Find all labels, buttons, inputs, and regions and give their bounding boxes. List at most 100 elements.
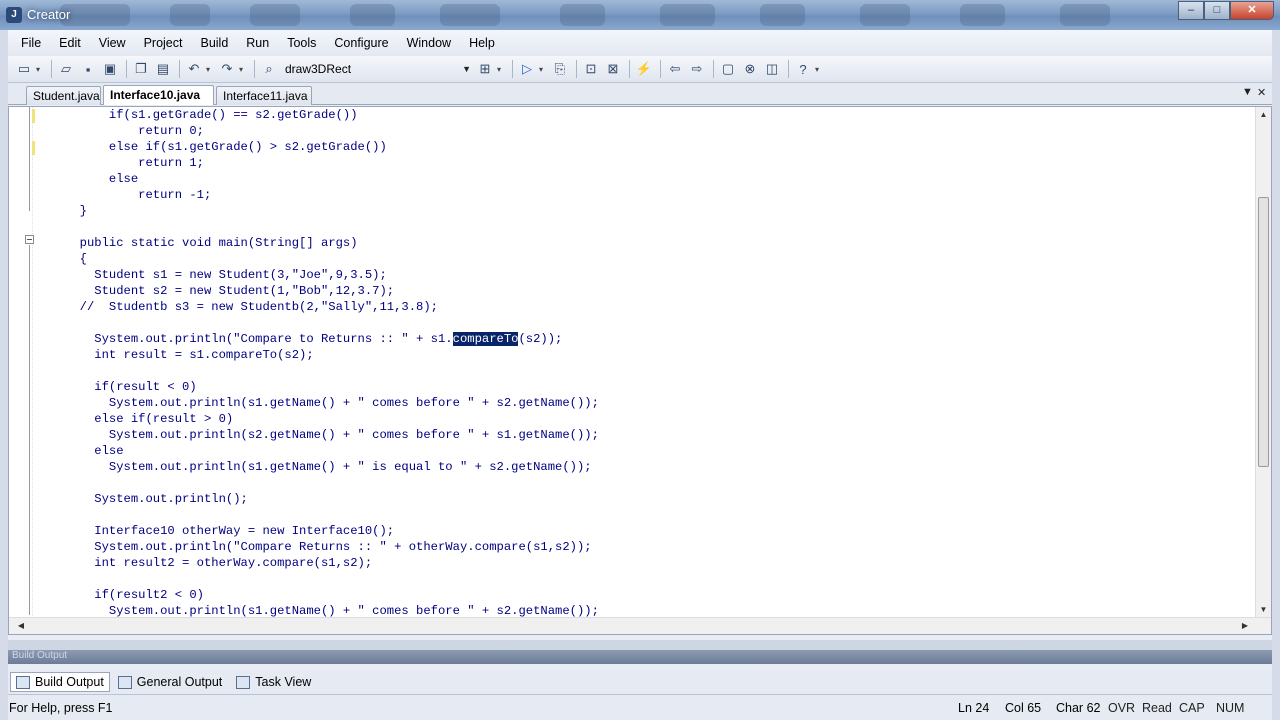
code-line-text: Interface10 otherWay = new Interface10()… [65,524,395,538]
status-read: Read [1142,701,1172,715]
window-controls: – □ ✕ [1178,1,1274,20]
binoculars-icon[interactable]: ⌕ [259,59,279,79]
aero-blur [250,4,300,26]
find-target-value: draw3DRect [285,62,352,76]
save-icon[interactable]: ▪ [78,59,98,79]
open-folder-icon[interactable]: ▱ [56,59,76,79]
status-cap: CAP [1179,701,1205,715]
tab-build-output-label: Build Output [35,675,104,689]
tab-interface11-java[interactable]: Interface11.java [216,86,312,105]
tab-list-chevron-icon[interactable]: ▼ [1242,86,1253,98]
tile-icon[interactable]: ◫ [762,59,782,79]
code-line-text: Student s2 = new Student(1,"Bob",12,3.7)… [65,284,395,298]
menu-run[interactable]: Run [237,32,278,54]
code-line: else if(s1.getGrade() > s2.getGrade()) [65,139,1235,155]
code-line-text: if(result2 < 0) [65,588,204,602]
aero-blur [170,4,210,26]
run-icon[interactable]: ▷ [517,59,537,79]
build-icon[interactable]: ⊡ [581,59,601,79]
tab-interface10-java[interactable]: Interface10.java * [103,85,214,120]
scroll-right-icon[interactable]: ▶ [1237,618,1253,634]
code-line: else if(result > 0) [65,411,1235,427]
paste-icon[interactable]: ▤ [153,59,173,79]
aero-blur [960,4,1005,26]
run-dropdown-icon[interactable]: ▾ [539,65,547,74]
back-arrow-icon[interactable]: ⇦ [665,59,685,79]
code-line-text: return 0; [65,124,204,138]
selected-text: compareTo [452,332,519,346]
menu-project[interactable]: Project [135,32,192,54]
toolbar-separator [51,60,52,78]
scroll-down-icon[interactable]: ▼ [1256,602,1271,618]
find-dropdown-icon[interactable]: ▾ [497,65,505,74]
editor-gutter [9,107,35,634]
code-line-text: // Studentb s3 = new Studentb(2,"Sally",… [65,300,438,314]
chevron-down-icon[interactable]: ▼ [462,64,471,74]
code-editor[interactable]: if(s1.getGrade() == s2.getGrade()) retur… [8,106,1272,635]
menu-help[interactable]: Help [460,32,504,54]
find-target-dropdown[interactable]: draw3DRect ▼ [281,59,471,79]
find-in-files-icon[interactable]: ⊞ [475,59,495,79]
toolbar-separator [629,60,630,78]
forward-arrow-icon[interactable]: ⇨ [687,59,707,79]
new-dropdown-icon[interactable]: ▾ [36,65,44,74]
undo-dropdown-icon[interactable]: ▾ [206,65,214,74]
menu-window[interactable]: Window [398,32,460,54]
toolbar-separator [713,60,714,78]
menu-edit[interactable]: Edit [50,32,90,54]
undo-icon[interactable]: ↶ [184,59,204,79]
code-line: return -1; [65,187,1235,203]
tab-general-output[interactable]: General Output [112,672,228,692]
horizontal-scrollbar[interactable]: ◀ ▶ [9,617,1271,634]
output-panel-tabs: Build Output General Output Task View [8,670,1272,694]
debug-icon[interactable]: ⚡ [634,59,654,79]
help-icon[interactable]: ? [793,59,813,79]
code-line: if(result < 0) [65,379,1235,395]
close-button[interactable]: ✕ [1230,1,1274,20]
redo-icon[interactable]: ↷ [217,59,237,79]
menu-file[interactable]: File [12,32,50,54]
tab-student-java[interactable]: Student.java [26,86,101,105]
scroll-left-icon[interactable]: ◀ [13,618,29,634]
maximize-button[interactable]: □ [1204,1,1230,20]
toolbar-separator [254,60,255,78]
menu-build[interactable]: Build [191,32,237,54]
close-tab-icon[interactable]: ✕ [1257,86,1266,99]
code-line-text: } [65,204,87,218]
copy-icon[interactable]: ❐ [131,59,151,79]
task-view-icon [236,675,251,689]
app-icon[interactable]: J [6,7,22,23]
code-line: return 1; [65,155,1235,171]
window-icon[interactable]: ▢ [718,59,738,79]
fold-toggle-icon[interactable] [25,235,34,244]
compile-icon[interactable]: ⎘ [550,59,570,79]
code-line: System.out.println("Compare to Returns :… [65,331,1235,347]
code-line-text: else [65,444,124,458]
toolbar-options-icon[interactable]: ▾ [815,65,823,74]
panel-splitter[interactable] [8,640,1272,650]
new-file-icon[interactable]: ▭ [14,59,34,79]
code-area[interactable]: if(s1.getGrade() == s2.getGrade()) retur… [65,107,1235,617]
close-window-icon[interactable]: ⊗ [740,59,760,79]
status-num: NUM [1216,701,1245,715]
menu-configure[interactable]: Configure [325,32,397,54]
tab-task-view[interactable]: Task View [230,672,317,692]
tab-task-view-label: Task View [255,675,312,689]
menu-tools[interactable]: Tools [278,32,325,54]
menu-bar: File Edit View Project Build Run Tools C… [8,30,1272,56]
redo-dropdown-icon[interactable]: ▾ [239,65,247,74]
code-line: System.out.println(s1.getName() + " come… [65,603,1235,617]
vertical-scrollbar[interactable]: ▲ ▼ [1255,107,1271,618]
general-output-icon [117,675,132,689]
stop-icon[interactable]: ⊠ [603,59,623,79]
status-help-text: For Help, press F1 [9,701,113,715]
change-marker [32,109,35,123]
menu-view[interactable]: View [90,32,135,54]
scroll-up-icon[interactable]: ▲ [1256,107,1271,123]
minimize-button[interactable]: – [1178,1,1204,20]
tab-build-output[interactable]: Build Output [10,672,110,692]
save-all-icon[interactable]: ▣ [100,59,120,79]
scroll-thumb[interactable] [1258,197,1269,467]
